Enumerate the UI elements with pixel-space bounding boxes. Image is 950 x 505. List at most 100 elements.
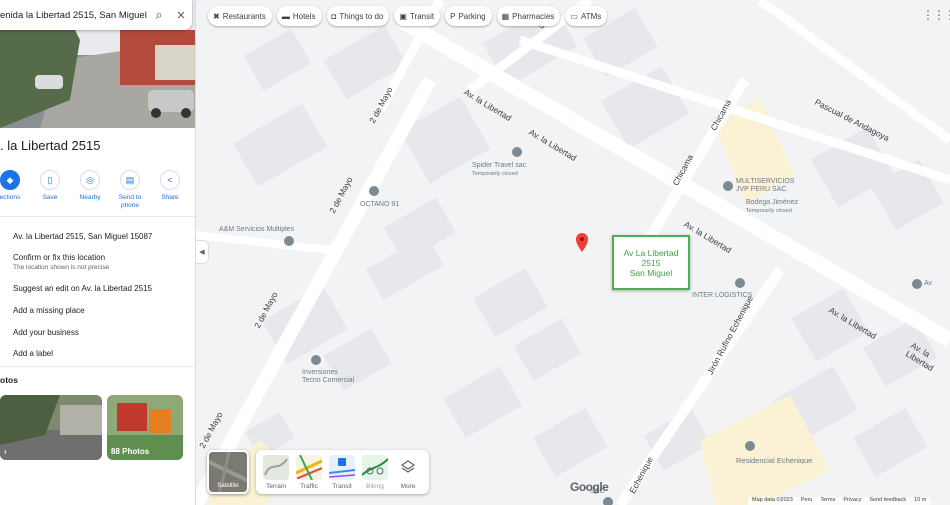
search-input[interactable]: enida la Libertad 2515, San Miguel: [0, 10, 148, 21]
footer-item[interactable]: Send feedback: [869, 497, 906, 505]
collapse-sidebar-button[interactable]: ◀: [196, 240, 209, 264]
transit-icon: ▣: [399, 11, 407, 21]
restaurant-icon: ✖: [213, 11, 220, 21]
action-row: ◆ ections ▯ Save ◎ Nearby ▤ Send to phone < Share: [0, 170, 190, 210]
bookmark-icon: ▯: [40, 170, 60, 190]
chip-atms[interactable]: ▭ ATMs: [565, 6, 608, 26]
chip-label: Things to do: [339, 11, 384, 21]
pharmacy-icon: ▦: [501, 11, 510, 21]
chip-parking[interactable]: P Parking: [445, 6, 492, 26]
layers-panel: Terrain Traffic Transit Biking More: [256, 450, 429, 494]
layer-biking[interactable]: Biking: [362, 454, 388, 490]
poi-octano[interactable]: OCTANO 91: [360, 201, 399, 208]
footer-item[interactable]: Privacy: [843, 497, 861, 505]
biking-icon: [362, 454, 388, 480]
poi-status: Temporarily closed: [472, 171, 518, 177]
chip-label: Pharmacies: [512, 11, 555, 21]
confirm-location-row[interactable]: Confirm or fix this location: [13, 253, 105, 262]
poi-av[interactable]: Av: [924, 280, 932, 287]
chip-things-to-do[interactable]: ◘ Things to do: [326, 6, 390, 26]
map-canvas[interactable]: ad Av. la Libertad Av. la Libertad Av. l…: [196, 0, 950, 505]
photo-count: 88 Photos: [111, 447, 150, 456]
poi-multiservicios[interactable]: MULTISERVICIOS JVP PERU SAC: [736, 178, 794, 194]
add-missing-place-row[interactable]: Add a missing place: [13, 306, 85, 315]
chip-hotels[interactable]: ▬ Hotels: [276, 6, 322, 26]
action-label: Send to phone: [118, 194, 142, 209]
footer-item: 10 m: [914, 497, 927, 503]
chip-label: Hotels: [292, 11, 316, 21]
share-icon: <: [160, 170, 180, 190]
chip-label: Transit: [409, 11, 435, 21]
chip-restaurants[interactable]: ✖ Restaurants: [208, 6, 272, 26]
photo-thumbnail-street[interactable]: ›: [0, 395, 102, 460]
divider: [0, 366, 195, 367]
footer-item: Map data ©2023: [752, 497, 793, 503]
infobox-line: 2515: [641, 257, 661, 268]
poi-inversiones[interactable]: Inversiones Tecno Comercial: [302, 369, 354, 385]
layers-control: Satellite Terrain Traffic Transit Biking…: [207, 450, 429, 494]
poi-spider-travel[interactable]: Spider Travel sac Temporarily closed: [472, 162, 526, 178]
photo-thumbnail-park[interactable]: 88 Photos: [107, 395, 183, 460]
map-footer: Map data ©2023 Peru Terms Privacy Send feedb…: [748, 497, 931, 505]
layer-traffic[interactable]: Traffic: [296, 454, 322, 490]
close-icon[interactable]: ×: [170, 4, 192, 26]
satellite-toggle[interactable]: Satellite: [207, 450, 249, 494]
poi-am-servicios[interactable]: A&M Servicios Multiples: [219, 226, 294, 233]
action-directions[interactable]: ◆ ections: [0, 170, 30, 210]
location-infobox: Av La Libertad 2515 San Miguel: [612, 235, 690, 290]
action-share[interactable]: < Share: [150, 170, 190, 210]
layers-stack-icon: [395, 454, 421, 480]
suggest-edit-row[interactable]: Suggest an edit on Av. la Libertad 2515: [13, 284, 152, 293]
add-business-row[interactable]: Add your business: [13, 328, 79, 337]
action-save[interactable]: ▯ Save: [30, 170, 70, 210]
poi-bodega[interactable]: Bodega Jiménez Temporarily closed: [746, 199, 798, 215]
poi-residencial[interactable]: Residencial Echenique: [736, 456, 812, 465]
apps-grid-icon[interactable]: ⋮⋮⋮: [922, 8, 950, 22]
poi-name: Spider Travel sac: [472, 162, 527, 169]
poi-name: MULTISERVICIOS: [736, 178, 795, 185]
action-send-to-phone[interactable]: ▤ Send to phone: [110, 170, 150, 210]
chip-transit[interactable]: ▣ Transit: [394, 6, 441, 26]
poi-name: Bodega Jiménez: [746, 199, 799, 206]
layer-terrain[interactable]: Terrain: [263, 454, 289, 490]
chip-pharmacies[interactable]: ▦ Pharmacies: [496, 6, 561, 26]
google-logo: Google: [570, 480, 609, 494]
transit-icon: [329, 454, 355, 480]
layer-transit[interactable]: Transit: [329, 454, 355, 490]
chip-label: Parking: [458, 11, 486, 21]
divider: [0, 216, 195, 217]
category-chips: ✖ Restaurants ▬ Hotels ◘ Things to do ▣ Transit…: [208, 6, 608, 26]
send-to-phone-icon: ▤: [120, 170, 140, 190]
search-box[interactable]: enida la Libertad 2515, San Miguel ⌕ ×: [0, 0, 192, 30]
search-icon[interactable]: ⌕: [148, 4, 170, 26]
poi-inter-logistics[interactable]: INTER LOGISTICS: [692, 292, 752, 299]
poi-name: Inversiones: [302, 369, 338, 376]
address-row[interactable]: Av. la Libertad 2515, San Miguel 15087: [13, 232, 152, 241]
atm-icon: ▭: [570, 11, 578, 21]
satellite-label: Satellite: [217, 483, 239, 489]
action-label: Share: [161, 194, 179, 201]
chip-label: Restaurants: [222, 11, 266, 21]
layer-label: Biking: [366, 482, 384, 490]
layer-label: More: [400, 482, 416, 490]
layer-more[interactable]: More: [395, 454, 421, 490]
layer-label: Transit: [332, 482, 352, 490]
confirm-location-sub: The location shown is not precise: [13, 264, 110, 271]
action-label: ections: [0, 194, 21, 201]
footer-item[interactable]: Peru: [801, 497, 813, 505]
poi-name: Tecno Comercial: [302, 377, 355, 384]
hotel-icon: ▬: [281, 11, 290, 21]
action-nearby[interactable]: ◎ Nearby: [70, 170, 110, 210]
parking-icon: P: [450, 11, 456, 21]
action-label: Save: [42, 194, 58, 201]
footer-item[interactable]: Terms: [820, 497, 835, 505]
layer-label: Traffic: [300, 482, 318, 490]
camera-icon: ◘: [331, 11, 337, 21]
place-sidebar: enida la Libertad 2515, San Miguel ⌕ × .…: [0, 0, 196, 505]
photos-heading: otos: [0, 375, 18, 385]
poi-status: Temporarily closed: [746, 208, 792, 214]
street-view-arrow-icon: ›: [4, 447, 7, 456]
add-label-row[interactable]: Add a label: [13, 349, 53, 358]
directions-icon: ◆: [0, 170, 20, 190]
nearby-icon: ◎: [80, 170, 100, 190]
